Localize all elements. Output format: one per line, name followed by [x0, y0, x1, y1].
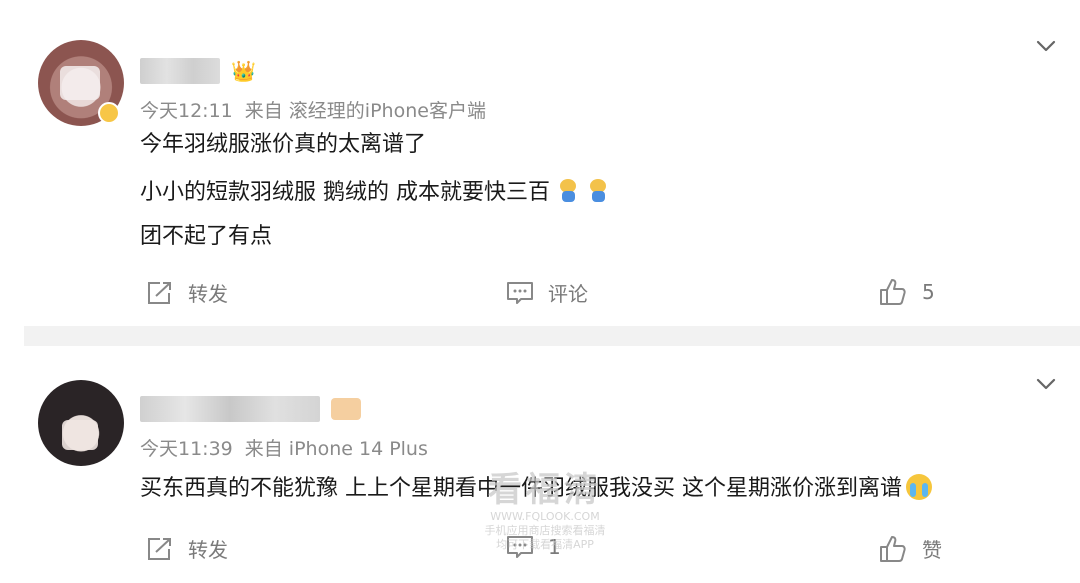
repost-label: 转发: [188, 282, 228, 306]
comment-count: 1: [548, 535, 561, 559]
chevron-down-icon[interactable]: [1034, 372, 1058, 396]
avatar[interactable]: [38, 380, 124, 466]
username[interactable]: [140, 396, 362, 422]
username[interactable]: 👑: [140, 58, 256, 84]
section-divider: [24, 326, 1080, 346]
crying-emoji-icon: [906, 474, 932, 500]
repost-button[interactable]: 转发: [146, 534, 228, 563]
comment-button[interactable]: 1: [506, 534, 561, 560]
thumbs-up-icon: [880, 279, 906, 305]
repost-label: 转发: [188, 538, 228, 562]
post-time: 今天11:39: [140, 438, 233, 460]
comment-button[interactable]: 评论: [506, 278, 588, 307]
post-content: 今年羽绒服涨价真的太离谱了 小小的短款羽绒服 鹅绒的 成本就要快三百 团不起了有…: [140, 133, 610, 271]
comment-label: 评论: [548, 282, 588, 306]
post-source: 来自 滚经理的iPhone客户端: [244, 100, 486, 122]
blurred-username[interactable]: [140, 396, 320, 422]
sad-emoji-icon: [558, 179, 580, 203]
post-source: 来自 iPhone 14 Plus: [244, 438, 428, 460]
post-content: 买东西真的不能犹豫 上上个星期看中一件羽绒服我没买 这个星期涨价涨到离谱: [140, 474, 932, 520]
like-button[interactable]: 5: [878, 278, 935, 306]
content-line: 今年羽绒服涨价真的太离谱了: [140, 132, 427, 157]
verified-badge-icon: [98, 102, 120, 124]
content-line-with-emoji: 买东西真的不能犹豫 上上个星期看中一件羽绒服我没买 这个星期涨价涨到离谱: [140, 474, 932, 501]
comment-icon: [507, 536, 533, 558]
content-line-with-emoji: 小小的短款羽绒服 鹅绒的 成本就要快三百: [140, 179, 610, 205]
chevron-down-icon[interactable]: [1034, 34, 1058, 58]
like-label: 赞: [922, 538, 942, 562]
comment-icon: [507, 281, 533, 304]
content-line: 买东西真的不能犹豫 上上个星期看中一件羽绒服我没买 这个星期涨价涨到离谱: [140, 476, 902, 501]
thumbs-up-icon: [880, 535, 906, 562]
repost-button[interactable]: 转发: [146, 278, 228, 307]
post-time: 今天12:11: [140, 100, 233, 122]
comment-card: 👑 今天12:11 来自 滚经理的iPhone客户端 今年羽绒服涨价真的太离谱了 …: [0, 0, 1080, 326]
share-icon: [148, 281, 171, 304]
like-count: 5: [922, 280, 935, 304]
blurred-username[interactable]: [140, 58, 220, 84]
like-button[interactable]: 赞: [878, 534, 942, 563]
sad-emoji-icon: [588, 179, 610, 203]
crown-badge-icon: 👑: [231, 59, 256, 83]
comment-card: 今天11:39 来自 iPhone 14 Plus 买东西真的不能犹豫 上上个星期…: [0, 346, 1080, 583]
share-icon: [148, 537, 171, 560]
level-badge-icon: [331, 398, 362, 420]
content-line: 团不起了有点: [140, 224, 273, 249]
post-meta: 今天11:39 来自 iPhone 14 Plus: [140, 434, 428, 461]
content-line: 小小的短款羽绒服 鹅绒的 成本就要快三百: [140, 180, 550, 205]
post-meta: 今天12:11 来自 滚经理的iPhone客户端: [140, 96, 486, 123]
